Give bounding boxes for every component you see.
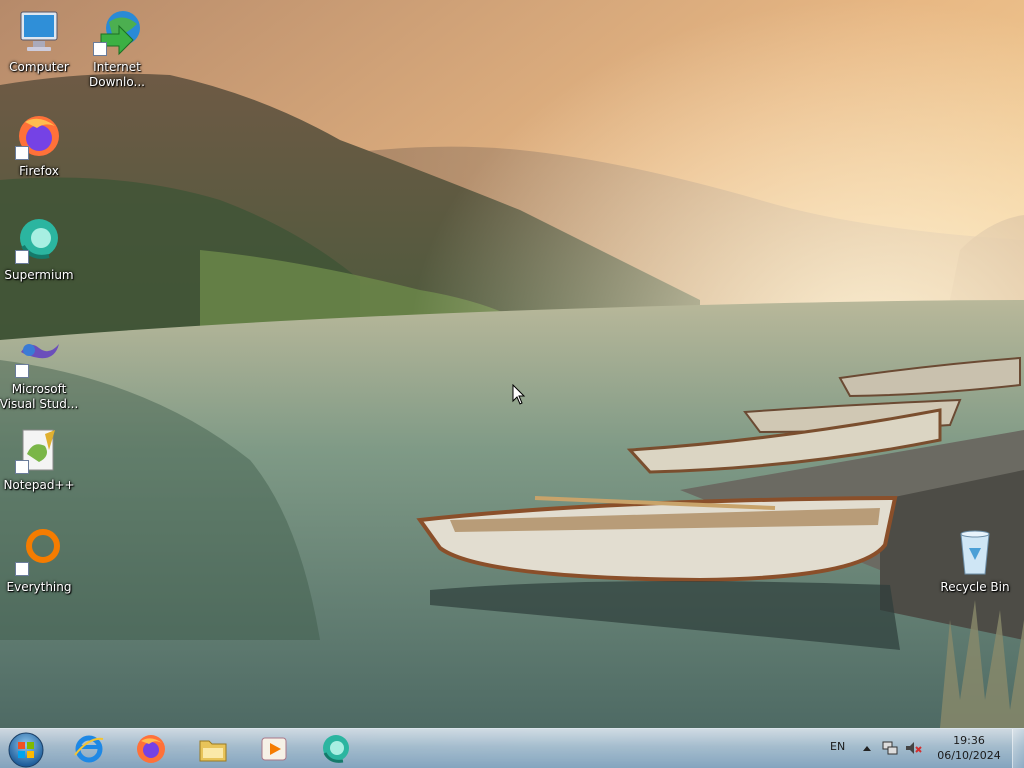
taskbar-file-explorer-button[interactable] [188, 731, 238, 767]
taskbar-firefox-button[interactable] [126, 731, 176, 767]
language-indicator[interactable]: EN [830, 740, 845, 753]
supermium-icon [323, 735, 349, 763]
clock-time: 19:36 [953, 734, 985, 747]
everything-search-icon [15, 528, 63, 576]
volume-muted-icon[interactable] [904, 739, 922, 757]
internet-download-manager-icon [93, 8, 141, 56]
shortcut-arrow-icon [15, 146, 29, 160]
computer-icon [15, 8, 63, 56]
show-desktop-button[interactable] [1012, 729, 1024, 768]
network-icon[interactable] [881, 739, 899, 757]
desktop-icon-supermium[interactable]: Supermium [0, 216, 78, 283]
desktop-icon-everything[interactable]: Everything [0, 528, 78, 595]
desktop-icon-recycle-bin[interactable]: Recycle Bin [936, 528, 1014, 595]
taskbar-supermium-button[interactable] [311, 731, 361, 767]
desktop-icon-label: Everything [6, 580, 72, 594]
desktop-icon-label: Notepad++ [3, 478, 75, 492]
desktop-icon-firefox[interactable]: Firefox [0, 112, 78, 179]
desktop-icon-label: Supermium [4, 268, 74, 282]
shortcut-arrow-icon [15, 460, 29, 474]
desktop-icon-label: Recycle Bin [940, 580, 1010, 594]
taskbar: EN 19:36 06/10/2024 [0, 728, 1024, 768]
clock-date: 06/10/2024 [937, 749, 1001, 762]
desktop-icon-label: Internet Downlo... [89, 60, 145, 89]
shortcut-arrow-icon [15, 364, 29, 378]
shortcut-arrow-icon [15, 250, 29, 264]
desktop-icon-internet-download-manager[interactable]: Internet Downlo... [78, 8, 156, 90]
folder-icon [199, 740, 227, 762]
desktop-icon-label: Firefox [19, 164, 59, 178]
mouse-cursor-icon [512, 384, 526, 405]
windows-logo-icon [8, 732, 44, 768]
visual-studio-icon [15, 330, 63, 378]
desktop-icon-label: Computer [9, 60, 69, 74]
shortcut-arrow-icon [15, 562, 29, 576]
firefox-icon [137, 735, 165, 763]
supermium-icon [15, 216, 63, 264]
desktop-icon-computer[interactable]: Computer [0, 8, 78, 75]
internet-explorer-icon [74, 735, 104, 763]
media-player-icon [261, 737, 287, 761]
desktop[interactable]: Computer Internet Downlo... Firefox Supe… [0, 0, 1024, 768]
taskbar-media-player-button[interactable] [249, 731, 299, 767]
system-clock[interactable]: 19:36 06/10/2024 [930, 733, 1008, 763]
desktop-icon-notepad-plus-plus[interactable]: Notepad++ [0, 426, 78, 493]
start-button[interactable] [7, 731, 45, 768]
show-hidden-icons-arrow[interactable] [858, 739, 876, 757]
shortcut-arrow-icon [93, 42, 107, 56]
desktop-icon-label: Microsoft Visual Stud... [0, 382, 79, 411]
notepad-plus-plus-icon [15, 426, 63, 474]
taskbar-internet-explorer-button[interactable] [64, 731, 114, 767]
recycle-bin-icon [951, 528, 999, 576]
desktop-icon-visual-studio[interactable]: Microsoft Visual Stud... [0, 330, 78, 412]
firefox-icon [15, 112, 63, 160]
